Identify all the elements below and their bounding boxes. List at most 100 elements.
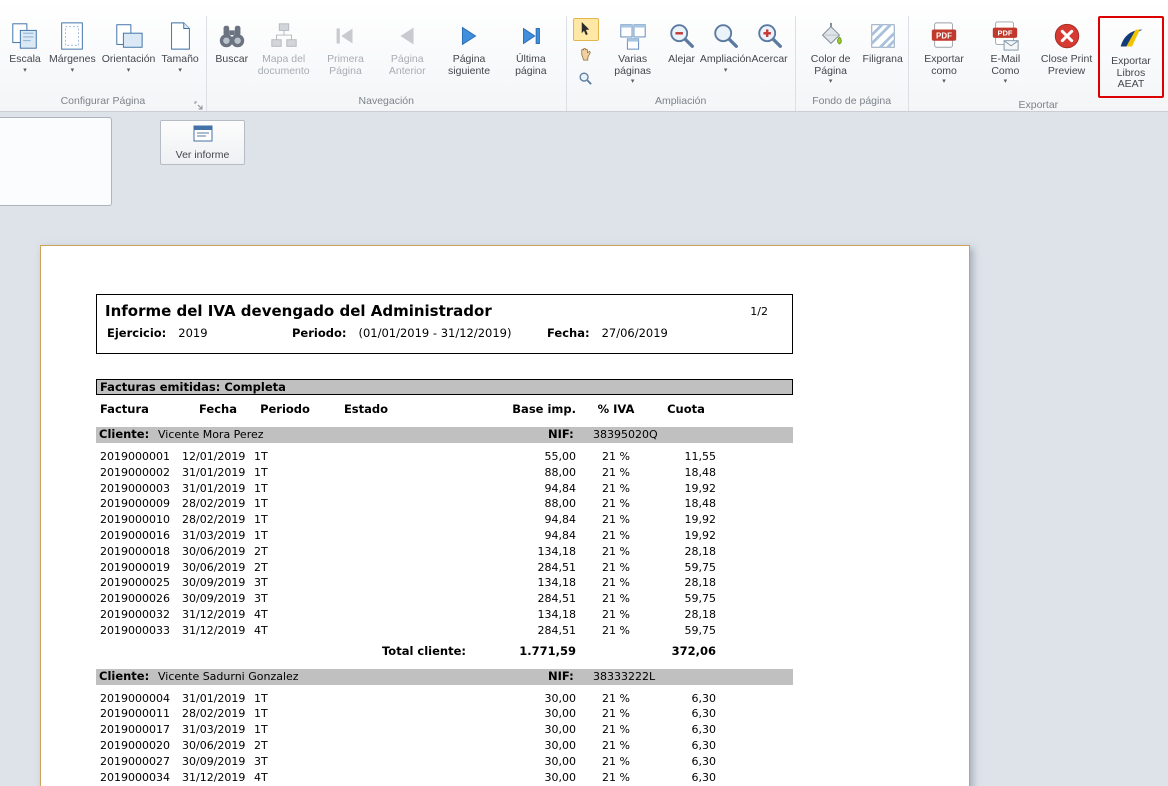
col-header-fecha: Fecha <box>182 401 254 417</box>
orientacion-button[interactable]: Orientación ▾ <box>99 16 159 94</box>
button-label: Color de Página <box>803 54 859 77</box>
cell-cuota: 6,30 <box>656 722 716 738</box>
hand-tool-button[interactable] <box>573 43 599 66</box>
chevron-down-icon: ▾ <box>23 68 27 74</box>
cell-iva: 21 % <box>576 528 656 544</box>
ampliacion-button[interactable]: Ampliación ▾ <box>703 16 749 94</box>
col-header-estado: Estado <box>316 401 416 417</box>
client-total-row: Total cliente:1.771,59372,06 <box>96 643 793 659</box>
cell-periodo: 1T <box>254 691 316 707</box>
zoom-in-icon <box>755 18 785 54</box>
report-header-box: Informe del IVA devengado del Administra… <box>96 294 793 354</box>
cell-fecha: 28/02/2019 <box>182 512 254 528</box>
cell-periodo: 3T <box>254 754 316 770</box>
acercar-button[interactable]: Acercar <box>749 16 791 94</box>
pointer-tool-button[interactable] <box>573 18 599 41</box>
pagina-anterior-button[interactable]: Página Anterior <box>376 16 438 94</box>
client-header-bar: Cliente:Vicente Mora PerezNIF:38395020Q <box>96 427 793 443</box>
cell-iva: 21 % <box>576 560 656 576</box>
button-label: Alejar <box>668 54 695 66</box>
ver-informe-label: Ver informe <box>176 149 230 161</box>
button-label: Orientación <box>102 54 156 66</box>
cell-periodo: 3T <box>254 575 316 591</box>
invoice-row: 201900001128/02/20191T30,0021 %6,30 <box>96 706 793 722</box>
cell-estado <box>316 754 416 770</box>
invoice-row: 201900000112/01/20191T55,0021 %11,55 <box>96 449 793 465</box>
cell-iva: 21 % <box>576 591 656 607</box>
invoice-row: 201900001631/03/20191T94,8421 %19,92 <box>96 528 793 544</box>
margenes-button[interactable]: Márgenes ▾ <box>46 16 99 94</box>
cell-base: 30,00 <box>416 738 576 754</box>
cell-base: 134,18 <box>416 544 576 560</box>
email-como-button[interactable]: PDF E-Mail Como ▾ <box>975 16 1035 94</box>
report-title: Informe del IVA devengado del Administra… <box>105 302 492 320</box>
cell-iva: 21 % <box>576 465 656 481</box>
cell-cuota: 6,30 <box>656 691 716 707</box>
zoom-select-tool-button[interactable] <box>573 68 599 91</box>
varias-paginas-button[interactable]: Varias páginas ▾ <box>605 16 661 94</box>
cell-cuota: 18,48 <box>656 496 716 512</box>
cell-iva: 21 % <box>576 722 656 738</box>
last-page-icon <box>516 18 546 54</box>
cell-base: 30,00 <box>416 770 576 786</box>
cell-factura: 2019000002 <box>96 465 182 481</box>
cell-factura: 2019000018 <box>96 544 182 560</box>
cell-base: 284,51 <box>416 591 576 607</box>
mapa-documento-button[interactable]: Mapa del documento <box>253 16 315 94</box>
chevron-down-icon: ▾ <box>71 68 75 74</box>
report-window-icon <box>193 125 213 147</box>
ribbon-group-fondo-pagina: Color de Página ▾ Filigrana Fondo de pág… <box>796 16 909 111</box>
invoice-row: 201900001731/03/20191T30,0021 %6,30 <box>96 722 793 738</box>
filigrana-button[interactable]: Filigrana <box>862 16 904 94</box>
ultima-pagina-button[interactable]: Última página <box>500 16 562 94</box>
cell-fecha: 30/09/2019 <box>182 754 254 770</box>
col-header-iva: % IVA <box>576 401 656 417</box>
next-page-icon <box>454 18 484 54</box>
zoom-out-icon <box>667 18 697 54</box>
dialog-launcher-icon[interactable] <box>194 98 204 108</box>
exportar-como-button[interactable]: PDF Exportar como ▾ <box>913 16 976 94</box>
cell-iva: 21 % <box>576 481 656 497</box>
client-name: Vicente Sadurni Gonzalez <box>158 669 299 684</box>
pointer-cursor-icon <box>578 21 593 39</box>
close-preview-icon <box>1052 18 1082 54</box>
page-indicator: 1/2 <box>750 302 782 320</box>
chevron-down-icon: ▾ <box>724 68 728 74</box>
buscar-button[interactable]: Buscar <box>211 16 253 94</box>
color-pagina-button[interactable]: Color de Página ▾ <box>800 16 862 94</box>
button-label: Mapa del documento <box>256 54 312 77</box>
cell-base: 284,51 <box>416 560 576 576</box>
chevron-down-icon: ▾ <box>1004 79 1008 85</box>
cell-cuota: 19,92 <box>656 481 716 497</box>
report-content: Informe del IVA devengado del Administra… <box>96 294 793 786</box>
nif-value: 38333222L <box>593 669 655 684</box>
button-label: Acercar <box>751 54 787 66</box>
invoice-row: 201900001028/02/20191T94,8421 %19,92 <box>96 512 793 528</box>
pagina-siguiente-button[interactable]: Página siguiente <box>438 16 500 94</box>
cell-estado <box>316 560 416 576</box>
tamano-button[interactable]: Tamaño ▾ <box>158 16 201 94</box>
cell-fecha: 31/01/2019 <box>182 691 254 707</box>
table-column-headers: Factura Fecha Periodo Estado Base imp. %… <box>96 401 793 417</box>
document-page[interactable]: Informe del IVA devengado del Administra… <box>40 245 970 786</box>
invoice-row: 201900002730/09/20193T30,0021 %6,30 <box>96 754 793 770</box>
ribbon-group-label: Exportar <box>913 98 1164 113</box>
exportar-libros-aeat-button[interactable]: Exportar Libros AEAT <box>1100 18 1162 96</box>
primera-pagina-button[interactable]: Primera Página <box>315 16 377 94</box>
cell-periodo: 1T <box>254 465 316 481</box>
cell-fecha: 31/01/2019 <box>182 481 254 497</box>
escala-button[interactable]: Escala ▾ <box>4 16 46 94</box>
ver-informe-button[interactable]: Ver informe <box>160 120 245 165</box>
close-print-preview-button[interactable]: Close Print Preview <box>1035 16 1098 94</box>
cell-estado <box>316 512 416 528</box>
cell-cuota: 6,30 <box>656 754 716 770</box>
cell-estado <box>316 544 416 560</box>
cell-base: 30,00 <box>416 691 576 707</box>
collapsed-side-panel[interactable] <box>0 117 112 206</box>
cell-base: 94,84 <box>416 512 576 528</box>
invoice-row: 201900002030/06/20192T30,0021 %6,30 <box>96 738 793 754</box>
cell-periodo: 2T <box>254 560 316 576</box>
alejar-button[interactable]: Alejar <box>661 16 703 94</box>
col-header-cuota: Cuota <box>656 401 716 417</box>
cell-factura: 2019000016 <box>96 528 182 544</box>
